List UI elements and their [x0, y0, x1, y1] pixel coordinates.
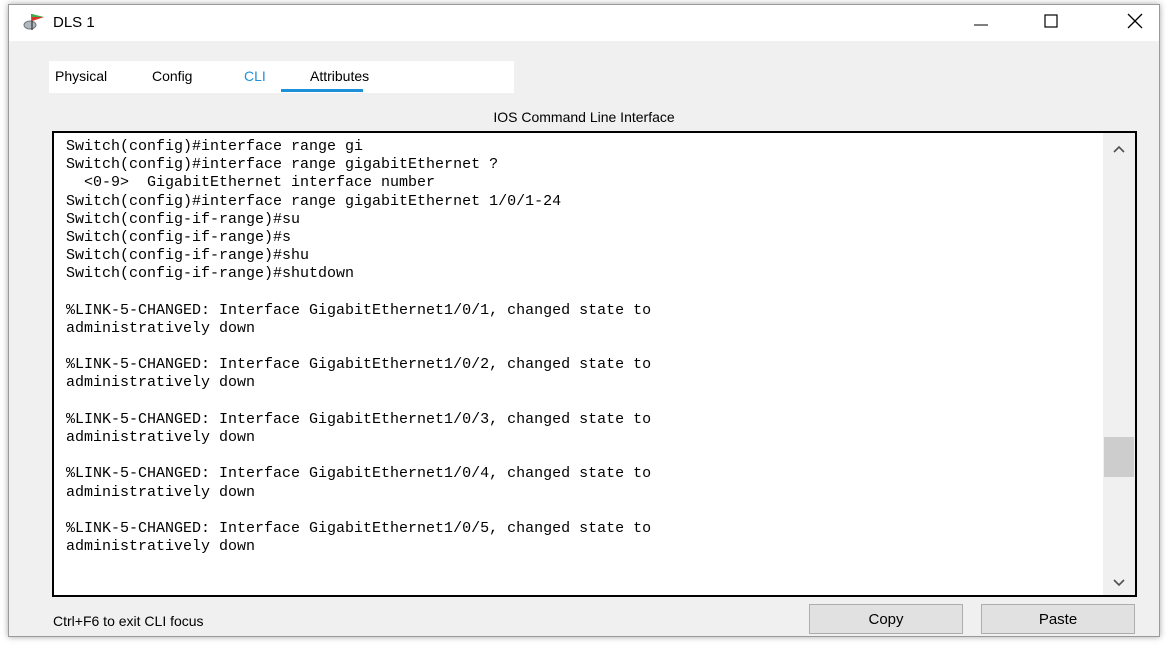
- maximize-button[interactable]: [1025, 5, 1077, 41]
- close-icon: [1127, 13, 1143, 34]
- terminal-line: %LINK-5-CHANGED: Interface GigabitEthern…: [66, 356, 652, 374]
- cli-terminal[interactable]: Switch(config)#interface range gi Switch(…: [52, 131, 1137, 597]
- terminal-line: Switch(config-if-range)#s: [66, 228, 292, 246]
- terminal-line: Switch(config-if-range)#shu: [66, 247, 310, 265]
- terminal-line: Switch(config)#interface range gigabitEt…: [66, 156, 499, 174]
- terminal-line: %LINK-5-CHANGED: Interface GigabitEthern…: [66, 301, 652, 319]
- terminal-line: administratively down: [66, 319, 256, 337]
- scroll-down-button[interactable]: [1103, 573, 1135, 593]
- maximize-icon: [1044, 13, 1058, 33]
- title-bar[interactable]: DLS 1: [9, 5, 1159, 41]
- chevron-down-icon: [1113, 574, 1125, 592]
- terminal-line: %LINK-5-CHANGED: Interface GigabitEthern…: [66, 410, 652, 428]
- minimize-button[interactable]: [955, 5, 1007, 41]
- panel-title: IOS Command Line Interface: [493, 109, 675, 125]
- active-tab-indicator: [281, 89, 363, 92]
- terminal-line: Switch(config)#interface range gi: [66, 138, 364, 155]
- terminal-line: Switch(config-if-range)#su: [66, 210, 301, 228]
- terminal-output: Switch(config)#interface range gi Switch(…: [66, 138, 651, 556]
- minimize-icon: [973, 14, 989, 32]
- close-button[interactable]: [1109, 5, 1161, 41]
- chevron-up-icon: [1113, 140, 1125, 158]
- terminal-line: administratively down: [66, 538, 256, 556]
- terminal-line: Switch(config-if-range)#shutdown: [66, 265, 355, 283]
- terminal-line: administratively down: [66, 483, 256, 501]
- router-flag-icon: [23, 12, 49, 34]
- tab-attributes[interactable]: Attributes: [310, 68, 369, 84]
- cli-focus-hint: Ctrl+F6 to exit CLI focus: [53, 613, 204, 629]
- tab-physical[interactable]: Physical: [55, 68, 107, 84]
- terminal-line: %LINK-5-CHANGED: Interface GigabitEthern…: [66, 465, 652, 483]
- tab-cli[interactable]: CLI: [244, 68, 266, 84]
- paste-button[interactable]: Paste: [981, 604, 1135, 634]
- device-window: DLS 1 Physical Config CLI Attributes IOS…: [8, 4, 1160, 637]
- scroll-up-button[interactable]: [1103, 139, 1135, 159]
- terminal-line: Switch(config)#interface range gigabitEt…: [66, 192, 562, 210]
- terminal-line: administratively down: [66, 374, 256, 392]
- vertical-scrollbar[interactable]: [1103, 133, 1135, 595]
- terminal-line: <0-9> GigabitEthernet interface number: [66, 174, 436, 192]
- tab-config[interactable]: Config: [152, 68, 192, 84]
- window-title: DLS 1: [53, 14, 95, 31]
- terminal-line: %LINK-5-CHANGED: Interface GigabitEthern…: [66, 519, 652, 537]
- copy-button[interactable]: Copy: [809, 604, 963, 634]
- scroll-thumb[interactable]: [1104, 437, 1134, 477]
- terminal-line: administratively down: [66, 429, 256, 446]
